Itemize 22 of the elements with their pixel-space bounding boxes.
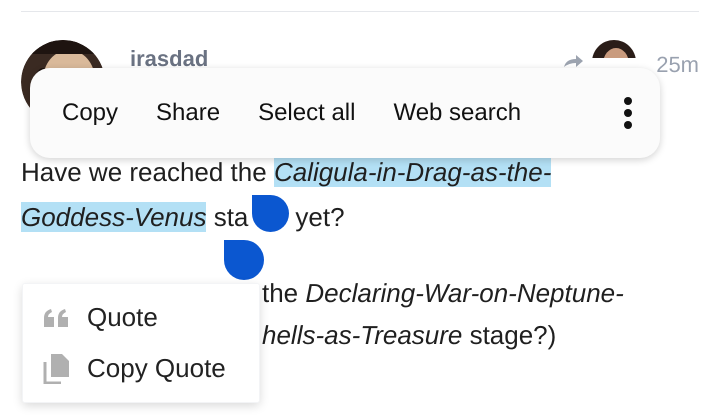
post-text: the bbox=[262, 278, 300, 308]
more-options-icon[interactable] bbox=[624, 97, 632, 129]
toolbar-button[interactable]: Share bbox=[146, 89, 230, 137]
post-text: yet? bbox=[295, 202, 345, 232]
selection-handle[interactable] bbox=[252, 195, 290, 232]
reply-arrow-icon bbox=[562, 54, 584, 68]
post-text: stage?) bbox=[468, 320, 556, 350]
selected-text: Goddess-Venus bbox=[21, 202, 206, 232]
menu-item[interactable]: Quote bbox=[43, 298, 259, 337]
selected-text: Caligula-in-Drag-as-the- bbox=[274, 157, 552, 187]
toolbar-button[interactable]: Web search bbox=[383, 89, 532, 137]
selection-handle[interactable] bbox=[224, 240, 264, 280]
toolbar-button[interactable]: Select all bbox=[248, 89, 366, 137]
post-time: 25m bbox=[656, 51, 699, 79]
copy-icon bbox=[43, 354, 69, 384]
post-text: Declaring-War-on-Neptune- bbox=[305, 278, 624, 308]
post-text: Have we reached the bbox=[21, 157, 268, 187]
post-text: hells-as-Treasure bbox=[262, 320, 462, 350]
toolbar-button[interactable]: Copy bbox=[52, 89, 128, 137]
post-text: sta bbox=[212, 202, 248, 232]
quote-icon bbox=[43, 308, 69, 326]
menu-item[interactable]: Copy Quote bbox=[43, 349, 259, 388]
